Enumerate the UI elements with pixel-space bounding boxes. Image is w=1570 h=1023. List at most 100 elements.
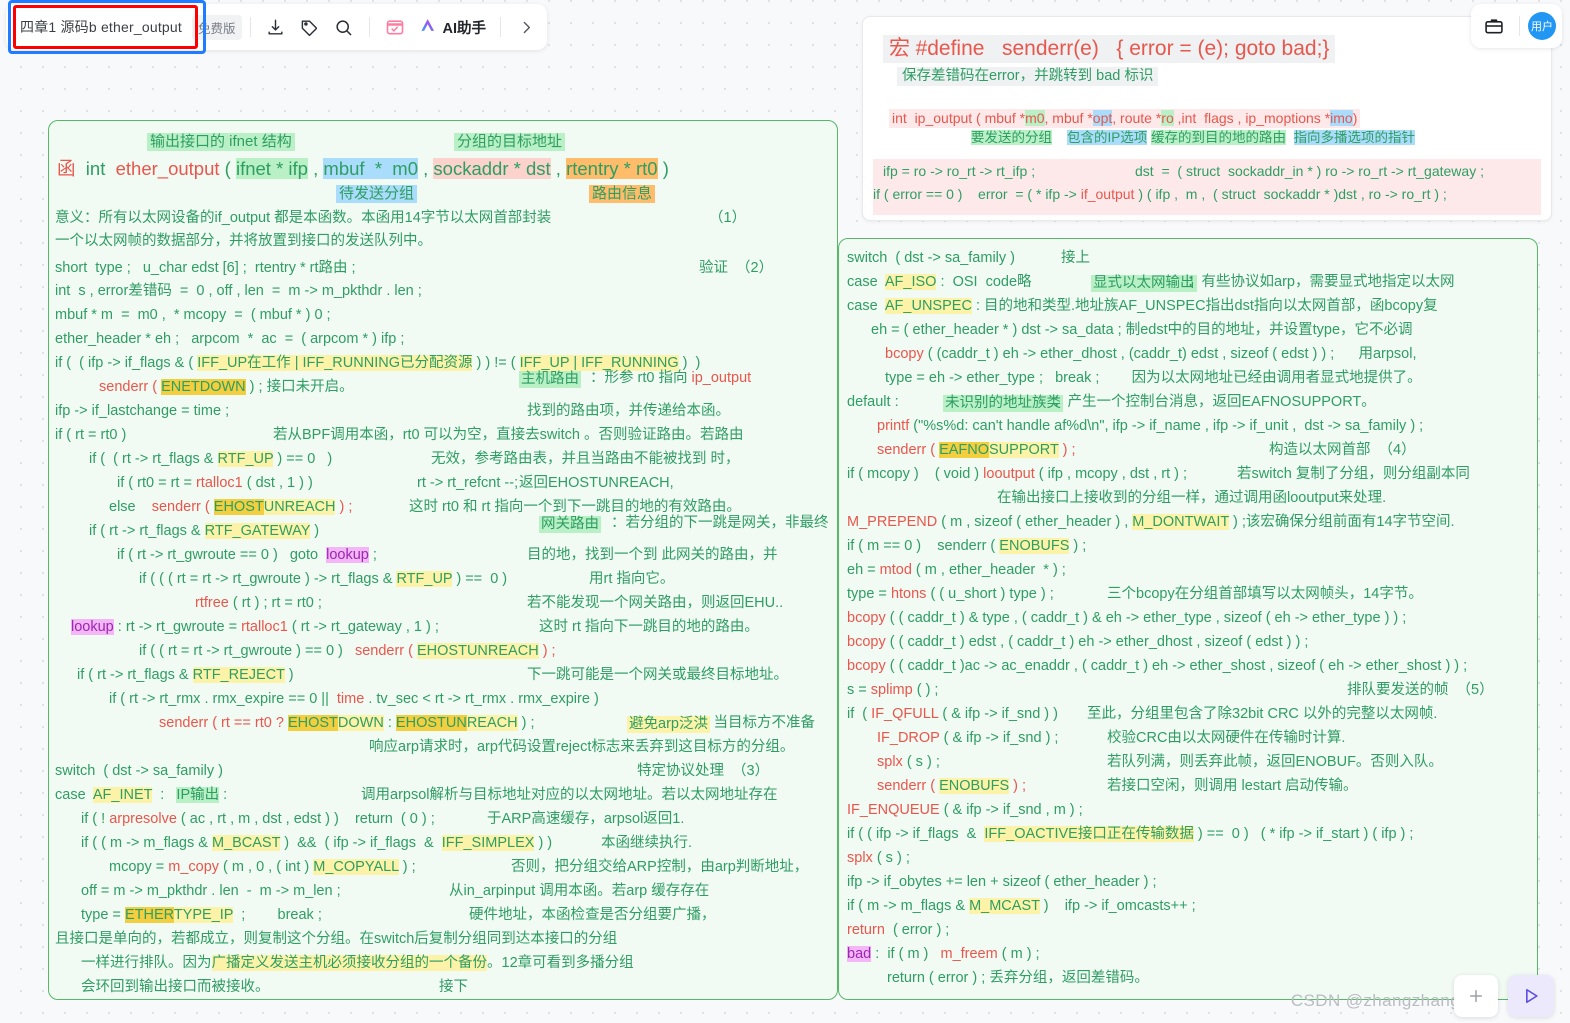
iff-up-hl: IFF_UP在工作 [197, 355, 291, 371]
eno2-pre: senderr ( [877, 778, 940, 794]
iff-simplex-hl: IFF_SIMPLEX [441, 835, 535, 851]
note-gw-hl: 网关路由 [539, 516, 601, 534]
macro-body: { error = (e); goto bad;} [1116, 37, 1330, 60]
rtfup-pre: if ( ( rt -> rt_flags & [89, 451, 218, 467]
gw-post: ) [310, 523, 320, 539]
enobufs2-hl: ENOBUFS [939, 778, 1010, 794]
code-gwroute-up: if ( ( ( rt = rt -> rt_gwroute ) -> rt_f… [139, 571, 507, 587]
mcopy-r-post: ( ifp , mcopy , dst , rt ) ; [1034, 466, 1188, 482]
gw-pre: if ( rt -> rt_flags & [89, 523, 205, 539]
err-pre: if ( error == 0 ) error = ( * ifp -> [873, 186, 1081, 202]
r-code-bcopy3: bcopy ( ( caddr_t ) edst , ( caddr_t ) e… [847, 634, 1308, 650]
ether-output-continued-card: switch ( dst -> sa_family ) 接上 case AF_I… [838, 238, 1538, 1000]
document-title-group[interactable]: 四章1 源码b ether_output [8, 0, 206, 54]
enobufs-hl: ENOBUFS [999, 538, 1070, 554]
r-note-explicit: ：有些协议如arp，需要显式地指定以太网 [1187, 274, 1455, 290]
return1-args: ( error ) ; [884, 922, 950, 938]
code-gwroute-null: if ( ( rt = rt -> rt_gwroute ) == 0 ) se… [139, 643, 556, 659]
calendar-icon[interactable] [378, 10, 412, 44]
sig-param-m0: mbuf * m0 [323, 158, 418, 179]
note-arpsol-5: 从in_arpinput 调用本函。若arp 缓存存在 [449, 883, 710, 899]
ai-assistant-label: AI助手 [442, 20, 487, 37]
iff-running-hl: IFF_RUNNING已分配资源 [302, 355, 473, 371]
lookup-label: lookup [71, 619, 114, 635]
if-drop-args: ( & ifp -> if_snd ) ; [939, 730, 1059, 746]
code-gwroute0: if ( rt -> rt_gwroute == 0 ) goto lookup… [117, 547, 377, 563]
splx1-args: ( s ) ; [902, 754, 940, 770]
htons-pre: type = [847, 586, 891, 602]
err-post: ) ( ifp , m , ( struct sockaddr * )dst ,… [1134, 186, 1447, 202]
macro-keyword-han: 宏 [889, 37, 910, 60]
code-rmx-expire: if ( rt -> rt_rmx . rmx_expire == 0 || t… [109, 691, 599, 707]
mcast-pre: if ( m -> m_flags & [847, 898, 970, 914]
sig-param-dst: sockaddr * dst [433, 158, 551, 179]
line-ifp: ifp = ro -> ro_rt -> rt_ifp ; [883, 163, 1036, 179]
m-freem-fn: m_freem [940, 946, 998, 962]
type-post: ; break ; [233, 907, 322, 923]
r-code-switch: switch ( dst -> sa_family ) [847, 250, 1015, 266]
r-code-return-1: return ( error ) ; [847, 922, 950, 938]
document-title[interactable]: 四章1 源码b ether_output [16, 15, 186, 39]
play-presentation-button[interactable] [1508, 975, 1554, 1017]
top-right-toolbar: 用户 [1471, 4, 1562, 48]
note-arpsol-3: 本函继续执行. [601, 835, 693, 851]
top-toolbar: 四章1 源码b ether_output 免费版 AI助手 [6, 0, 547, 54]
code-else-senderr: else senderr ( EHOSTUNREACH ) ; [109, 499, 353, 515]
annotation-ifnet: 输出接口的 ifnet 结构 [147, 133, 295, 151]
gwroute0-pre: if ( rt -> rt_gwroute == 0 ) goto [117, 547, 327, 563]
annotation-rt0: 路由信息 [589, 185, 656, 203]
avatar[interactable]: 用户 [1528, 12, 1556, 40]
note-arpsol-6: 硬件地址，本函检查是否分组要广播， [469, 907, 716, 923]
download-icon[interactable] [259, 10, 293, 44]
code-senderr-rt: senderr ( rt == rt0 ? EHOSTDOWN : EHOSTU… [159, 715, 535, 731]
r-code-mtod: eh = mtod ( m , ether_header * ) ; [847, 562, 1066, 578]
r-code-oactive: if ( ( ifp -> if_flags & IFF_OACTIVE接口正在… [847, 826, 1413, 842]
bcopy1-fn: bcopy [885, 346, 924, 362]
r-mark-5: 排队要发送的帧 （5） [1347, 682, 1494, 698]
macro-name: senderr(e) [1001, 37, 1099, 60]
note-invalid: 无效，参考路由表，并且当路由不能被找到 时， [431, 451, 740, 467]
code-mcopy: mcopy = m_copy ( m , 0 , ( int ) M_COPYA… [109, 859, 416, 875]
code-rtfree: rtfree ( rt ) ; rt = rt0 ; [195, 595, 322, 611]
splimp-pre: s = [847, 682, 871, 698]
r-note-unknown: ：产生一个控制台消息，返回EAFNOSUPPORT。 [1053, 394, 1376, 410]
prepend-args: ( m , sizeof ( ether_header ) , [937, 514, 1133, 530]
ann-imo: 指向多播选项的指针 [1293, 130, 1416, 145]
sig-param-m0: m0 [1025, 110, 1045, 126]
floating-action-button[interactable] [1454, 975, 1498, 1017]
search-icon[interactable] [327, 10, 361, 44]
r-code-printf: printf ("%s%d: can't handle af%d\n", ifp… [877, 418, 1423, 434]
qfull-post: ( & ifp -> if_snd ) ) [938, 706, 1058, 722]
ann-ro: 缓存的到目的地的路由 [1151, 130, 1287, 145]
meaning-line-1: 意义：所有以太网设备的if_output 都是本函数。本函用14字节以太网首部封… [55, 210, 552, 226]
ehu2-hl: EHOSTUNREACH [417, 643, 539, 659]
bcast-pre: if ( ( m -> m_flags & [81, 835, 212, 851]
case-pre: case [55, 787, 93, 803]
ann-opt: 包含的IP选项 [1067, 130, 1148, 145]
code-refcnt: rt -> rt_refcnt --; [417, 475, 519, 491]
note-host-route-2: 找到的路由项，并传递给本函。 [527, 403, 730, 419]
enobufs-pre: if ( m == 0 ) senderr ( [847, 538, 1000, 554]
note-valid-route: 这时 rt0 和 rt 指向一个到下一跳目的地的有效路由。 [409, 499, 741, 515]
tag-icon[interactable] [293, 10, 327, 44]
code-lastchange: ifp -> if_lastchange = time ; [55, 403, 229, 419]
chevron-right-icon[interactable] [509, 10, 543, 44]
enetdown-hl: ENETDOWN [161, 379, 246, 395]
macro-title-row: 宏 #define senderr(e) { error = (e); goto… [883, 35, 1336, 64]
last2-pre: 一样进行排队。因为 [81, 955, 212, 971]
r-code-senderr-eaf: senderr ( EAFNOSUPPORT ) ; [877, 442, 1076, 458]
sig-mid3: ,int flags , ip_moptions * [1173, 110, 1331, 126]
sig-param-ro: ro [1161, 110, 1174, 126]
m-copy-fn: m_copy [168, 859, 220, 875]
pipe: | [290, 355, 303, 371]
senderr-post: ) ; 接口未开启。 [245, 379, 354, 395]
decl-line-ether-header: ether_header * eh ; arpcom * ac = ( arpc… [55, 331, 405, 347]
sig-param-imo: imo [1330, 110, 1353, 126]
macro-subtitle: 保存差错码在error，并跳转到 bad 标识 [897, 67, 1159, 87]
briefcase-icon[interactable] [1477, 9, 1511, 43]
ai-assistant-button[interactable]: AI助手 [412, 10, 493, 44]
senderr-pre: senderr ( [99, 379, 162, 395]
code-ethertype: type = ETHERTYPE_IP ; break ; [81, 907, 322, 923]
code-rtf-gateway: if ( rt -> rt_flags & RTF_GATEWAY ) [89, 523, 320, 539]
qfull-pre: if ( [847, 706, 872, 722]
